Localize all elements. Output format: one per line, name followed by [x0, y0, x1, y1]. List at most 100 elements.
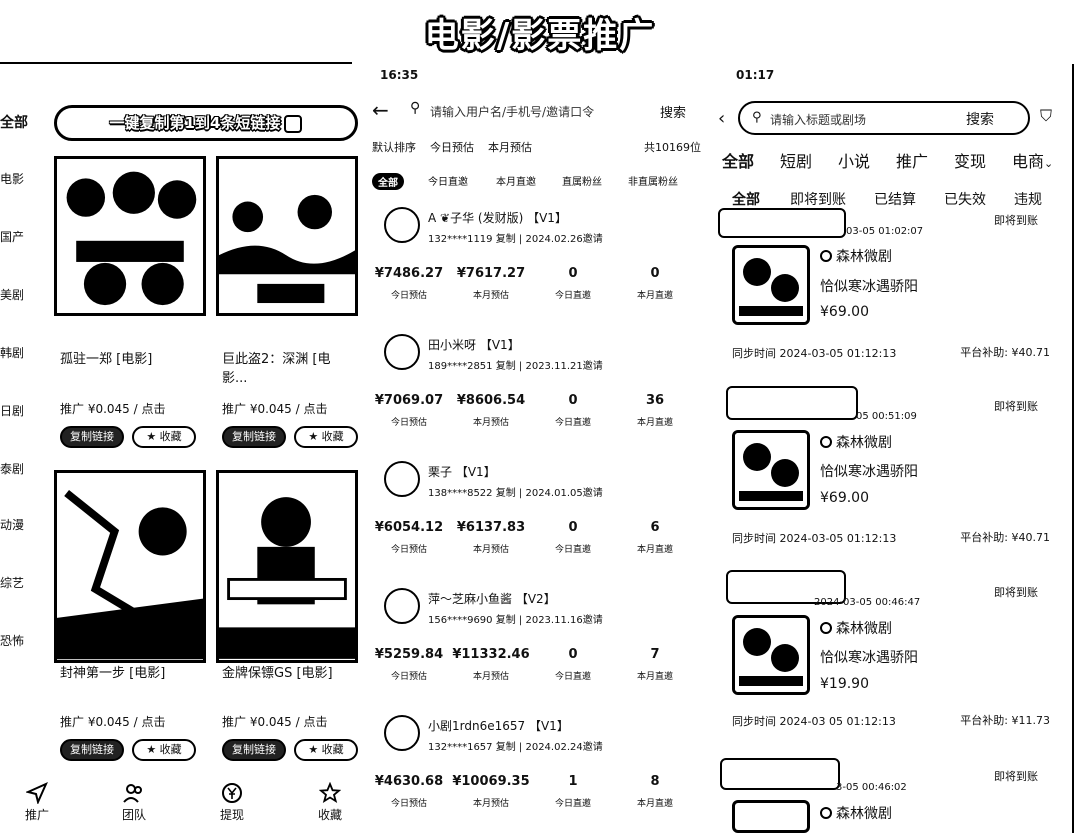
copy-link-button[interactable]: 复制链接: [60, 426, 124, 448]
nav-withdraw[interactable]: 提现: [207, 782, 257, 823]
category-thai-drama[interactable]: 泰剧: [0, 460, 24, 477]
search-box[interactable]: ⚲ 请输入标题或剧场 搜索: [738, 101, 1030, 135]
category-all[interactable]: 全部: [0, 112, 28, 132]
search-input[interactable]: 请输入标题或剧场: [770, 111, 866, 128]
filter-icon[interactable]: ⛉: [1040, 106, 1052, 126]
drama-thumbnail[interactable]: [732, 800, 810, 833]
user-row[interactable]: 萍～芝麻小鱼酱 【V2】: [428, 590, 556, 607]
copy-button[interactable]: 复制: [496, 234, 516, 245]
category-us-drama[interactable]: 美剧: [0, 286, 24, 303]
favorite-button[interactable]: ★ 收藏: [132, 739, 196, 761]
shop-label: 森林微剧: [836, 806, 892, 822]
category-variety[interactable]: 综艺: [0, 574, 24, 591]
movie-title[interactable]: 巨此盗2：深渊 [电影...: [222, 350, 352, 388]
search-button[interactable]: 搜索: [660, 102, 686, 121]
category-j-drama[interactable]: 日剧: [0, 402, 24, 419]
avatar: [384, 334, 420, 370]
avatar: [384, 715, 420, 751]
movie-poster[interactable]: [216, 470, 358, 663]
nav-promote[interactable]: 推广: [12, 782, 62, 823]
copy-button[interactable]: 复制: [496, 742, 516, 753]
sort-default[interactable]: 默认排序: [372, 139, 416, 155]
stat-label: 本月直邀: [636, 799, 673, 809]
tab-ecommerce[interactable]: 电商⌄: [1012, 148, 1053, 172]
favorite-button[interactable]: ★ 收藏: [294, 426, 358, 448]
user-row[interactable]: 田小米呀 【V1】: [428, 336, 520, 353]
nav-favorites[interactable]: 收藏: [305, 782, 355, 823]
subtab-violation[interactable]: 违规: [1014, 189, 1042, 209]
subtab-all[interactable]: 全部: [732, 189, 760, 209]
movie-poster[interactable]: [54, 470, 206, 663]
filter-today-direct[interactable]: 今日直邀: [428, 173, 468, 188]
movie-title[interactable]: 金牌保镖GS [电影]: [222, 664, 358, 683]
user-phone: 156****9690: [428, 615, 493, 626]
filter-all[interactable]: 全部: [372, 173, 404, 190]
search-button[interactable]: 搜索: [966, 109, 994, 129]
drama-thumbnail[interactable]: [732, 430, 810, 510]
favorite-button[interactable]: ★ 收藏: [294, 739, 358, 761]
tab-all[interactable]: 全部: [722, 148, 754, 172]
movie-poster[interactable]: [54, 156, 206, 316]
movie-poster[interactable]: [216, 156, 358, 316]
today-estimate: ¥6054.12: [374, 520, 444, 535]
drama-title[interactable]: 恰似寒冰遇骄阳: [820, 647, 918, 667]
copy-button[interactable]: 复制: [496, 488, 516, 499]
back-arrow-icon[interactable]: ←: [372, 98, 389, 122]
copy-link-button[interactable]: 复制链接: [60, 739, 124, 761]
nav-label: 提现: [219, 808, 244, 822]
subtab-invalid[interactable]: 已失效: [944, 189, 986, 209]
category-horror[interactable]: 恐怖: [0, 632, 24, 649]
invite-date: 2023.11.16邀请: [525, 615, 603, 626]
stat-label: 今日预估: [390, 545, 427, 555]
copy-all-links-button[interactable]: 一键复制第1到4条短链接: [54, 105, 358, 141]
nav-label: 收藏: [317, 808, 342, 822]
copy-button[interactable]: 复制: [496, 361, 516, 372]
tab-promotion[interactable]: 推广: [896, 148, 928, 172]
user-level: V1: [540, 719, 557, 733]
user-row[interactable]: 小剧1rdn6e1657 【V1】: [428, 717, 569, 734]
circle-icon: [820, 807, 832, 819]
tab-novel[interactable]: 小说: [838, 148, 870, 172]
user-row[interactable]: 栗子 【V1】: [428, 463, 496, 480]
stat-label: 本月预估: [472, 672, 509, 682]
tab-monetize[interactable]: 变现: [954, 148, 986, 172]
tab-short-drama[interactable]: 短剧: [780, 148, 812, 172]
favorite-button[interactable]: ★ 收藏: [132, 426, 196, 448]
promo-rate: 推广 ¥0.045 / 点击: [222, 715, 328, 729]
movie-title[interactable]: 孤驻一郑 [电影]: [60, 350, 206, 369]
nav-team[interactable]: 团队: [109, 782, 159, 823]
copy-button[interactable]: 复制: [496, 615, 516, 626]
drama-title[interactable]: 恰似寒冰遇骄阳: [820, 461, 918, 481]
category-movie[interactable]: 电影: [0, 170, 24, 187]
back-icon[interactable]: ‹: [718, 108, 725, 129]
user-level: V1: [491, 338, 508, 352]
drama-thumbnail[interactable]: [732, 615, 810, 695]
filter-indirect-fans[interactable]: 非直属粉丝: [628, 173, 678, 188]
invite-date: 2023.11.21邀请: [525, 361, 603, 372]
subtab-settled[interactable]: 已结算: [874, 189, 916, 209]
shop-name: 森林微剧: [820, 432, 892, 452]
subtab-pending[interactable]: 即将到账: [790, 189, 846, 209]
search-icon: ⚲: [752, 110, 762, 125]
movie-title[interactable]: 封神第一步 [电影]: [60, 664, 206, 683]
user-meta: 189****2851 复制 | 2023.11.21邀请: [428, 361, 603, 372]
copy-link-button[interactable]: 复制链接: [222, 739, 286, 761]
category-k-drama[interactable]: 韩剧: [0, 344, 24, 361]
user-phone: 189****2851: [428, 361, 493, 372]
promo-rate: 推广 ¥0.045 / 点击: [60, 715, 166, 729]
status-time: 01:17: [736, 68, 775, 82]
promo-rate: 推广 ¥0.045 / 点击: [222, 402, 328, 416]
copy-link-button[interactable]: 复制链接: [222, 426, 286, 448]
user-row[interactable]: A ❦子华 (发财版) 【V1】: [428, 209, 567, 226]
search-input[interactable]: 请输入用户名/手机号/邀请口令: [430, 103, 594, 120]
drama-title[interactable]: 恰似寒冰遇骄阳: [820, 276, 918, 296]
category-domestic[interactable]: 国产: [0, 228, 24, 245]
drama-thumbnail[interactable]: [732, 245, 810, 325]
category-anime[interactable]: 动漫: [0, 516, 24, 533]
sort-month[interactable]: 本月预估: [488, 139, 532, 155]
shop-name: 森林微剧: [820, 618, 892, 638]
month-direct: 36: [645, 393, 665, 408]
sort-today[interactable]: 今日预估: [430, 139, 474, 155]
filter-month-direct[interactable]: 本月直邀: [496, 173, 536, 188]
filter-direct-fans[interactable]: 直属粉丝: [562, 173, 602, 188]
